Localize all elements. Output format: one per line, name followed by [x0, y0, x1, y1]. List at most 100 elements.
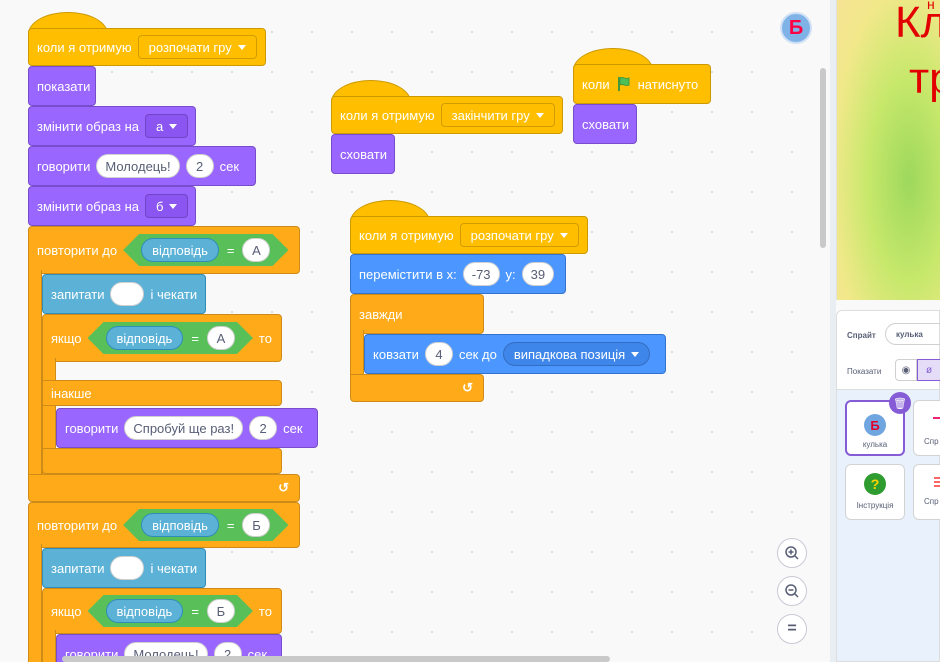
when-i-receive-block[interactable]: коли я отримую розпочати гру	[350, 216, 588, 254]
when-flag-clicked-block[interactable]: коли натиснуто	[573, 64, 711, 104]
block-label: змінити образ на	[37, 118, 140, 134]
if-block[interactable]: якщо відповідь = Б то	[42, 588, 282, 634]
glide-target-dropdown[interactable]: випадкова позиція	[502, 342, 651, 366]
c-block-arm	[28, 544, 42, 662]
message-dropdown[interactable]: закінчити гру	[440, 103, 555, 127]
costume-dropdown[interactable]: а	[145, 114, 189, 138]
block-label: завжди	[359, 306, 403, 322]
operator-sign: =	[191, 330, 199, 346]
answer-reporter[interactable]: відповідь	[141, 238, 219, 262]
equals-operator[interactable]: відповідь = Б	[88, 595, 253, 627]
compare-input[interactable]: А	[242, 238, 270, 262]
show-visible-eye-icon[interactable]: ◉	[895, 359, 917, 381]
horizontal-scrollbar[interactable]	[62, 656, 610, 662]
block-label: натиснуто	[637, 76, 699, 92]
block-label: сек	[219, 158, 240, 174]
switch-costume-block[interactable]: змінити образ на б	[28, 186, 196, 226]
show-block[interactable]: показати	[28, 66, 96, 106]
say-text-input[interactable]: Молодець!	[96, 154, 180, 178]
message-dropdown[interactable]: розпочати гру	[459, 223, 579, 247]
ask-and-wait-block[interactable]: запитати і чекати	[42, 274, 206, 314]
when-i-receive-block[interactable]: коли я отримую закінчити гру	[331, 96, 563, 134]
block-label: коли я отримую	[359, 227, 454, 243]
block-label: перемістити в x:	[359, 266, 457, 282]
zoom-out-icon	[785, 584, 799, 598]
block-label: запитати	[51, 560, 105, 576]
ask-text-input[interactable]	[110, 556, 145, 580]
say-secs-input[interactable]: 2	[185, 154, 214, 178]
repeat-until-block[interactable]: повторити до відповідь = Б	[28, 502, 300, 548]
c-block-arm	[350, 330, 364, 378]
sprite-tile-label: Спр	[924, 437, 939, 446]
when-i-receive-block[interactable]: коли я отримую розпочати гру	[28, 28, 266, 66]
glide-secs-input[interactable]: 4	[424, 342, 453, 366]
sprite-tile-2[interactable]: Спр	[913, 400, 940, 456]
block-label: ковзати	[373, 346, 419, 362]
zoom-reset-icon: =	[787, 620, 797, 637]
zoom-in-icon	[785, 546, 799, 560]
chevron-down-icon	[237, 44, 246, 50]
sprite-thumbnail-icon	[934, 477, 940, 489]
sprite-tile-4[interactable]: Спр	[913, 464, 940, 520]
chevron-down-icon	[559, 232, 568, 238]
repeat-until-block[interactable]: повторити до відповідь = А	[28, 226, 300, 274]
equals-operator[interactable]: відповідь = Б	[123, 509, 288, 541]
chevron-down-icon	[535, 112, 544, 118]
block-label: якщо	[51, 603, 82, 619]
chevron-down-icon	[169, 123, 178, 129]
compare-input[interactable]: Б	[207, 599, 235, 623]
question-mark-icon: ?	[864, 473, 886, 495]
y-input[interactable]: 39	[521, 262, 555, 286]
glide-to-block[interactable]: ковзати 4 сек до випадкова позиція	[364, 334, 666, 374]
sprite-name-input[interactable]: кулька	[885, 323, 940, 345]
sprite-label: Спрайт	[847, 331, 876, 340]
zoom-reset-button[interactable]: =	[777, 614, 807, 644]
switch-costume-block[interactable]: змінити образ на а	[28, 106, 196, 146]
vertical-scrollbar[interactable]	[820, 68, 826, 248]
costume-dropdown[interactable]: б	[145, 194, 189, 218]
sprite-tile-label: Інструкція	[856, 501, 894, 510]
ask-and-wait-block[interactable]: запитати і чекати	[42, 548, 206, 588]
ask-text-input[interactable]	[110, 282, 145, 306]
sprite-list-panel: Б кулька 🗑 Спр ? Інструкція Спр	[836, 390, 940, 662]
sprite-tile-kulka[interactable]: Б кулька 🗑	[845, 392, 911, 456]
stage-preview[interactable]: Кл н тр	[836, 0, 940, 300]
c-block-arm	[42, 630, 56, 662]
hide-block[interactable]: сховати	[573, 104, 637, 144]
sprite-tile-label: кулька	[862, 440, 888, 449]
compare-input[interactable]: А	[207, 326, 235, 350]
say-for-secs-block[interactable]: говорити Молодець! 2 сек	[28, 146, 256, 186]
forever-block[interactable]: завжди	[350, 294, 484, 334]
operator-sign: =	[191, 603, 199, 619]
answer-reporter[interactable]: відповідь	[141, 513, 219, 537]
chevron-down-icon	[169, 203, 178, 209]
block-label: то	[258, 603, 272, 619]
hide-block[interactable]: сховати	[331, 134, 395, 174]
code-workspace[interactable]: Б коли я отримую розпочати гру показати …	[0, 0, 830, 662]
if-else-block[interactable]: якщо відповідь = А то	[42, 314, 282, 362]
hide-eye-slash-icon[interactable]: ø	[917, 359, 940, 381]
block-label: і чекати	[150, 286, 198, 302]
delete-trash-icon[interactable]: 🗑	[889, 392, 911, 414]
answer-reporter[interactable]: відповідь	[106, 599, 184, 623]
say-text-input[interactable]: Спробуй ще раз!	[124, 416, 244, 440]
x-input[interactable]: -73	[462, 262, 500, 286]
operator-sign: =	[226, 517, 235, 533]
message-dropdown[interactable]: розпочати гру	[137, 35, 257, 59]
equals-operator[interactable]: відповідь = А	[123, 234, 288, 266]
compare-input[interactable]: Б	[242, 513, 270, 537]
block-label: сек	[283, 420, 303, 436]
equals-operator[interactable]: відповідь = А	[88, 322, 253, 354]
go-to-xy-block[interactable]: перемістити в x: -73 y: 39	[350, 254, 566, 294]
zoom-in-button[interactable]	[777, 538, 807, 568]
answer-reporter[interactable]: відповідь	[106, 326, 184, 350]
zoom-out-button[interactable]	[777, 576, 807, 606]
say-for-secs-block[interactable]: говорити Спробуй ще раз! 2 сек	[56, 408, 318, 448]
sprite-badge-icon: Б	[780, 12, 812, 44]
block-label: повторити до	[37, 242, 118, 258]
loop-arrow-icon: ↺	[462, 380, 473, 395]
block-label: змінити образ на	[37, 198, 140, 214]
sprite-tile-instruction[interactable]: ? Інструкція	[845, 464, 905, 520]
say-secs-input[interactable]: 2	[249, 416, 278, 440]
block-label: сховати	[340, 146, 388, 162]
